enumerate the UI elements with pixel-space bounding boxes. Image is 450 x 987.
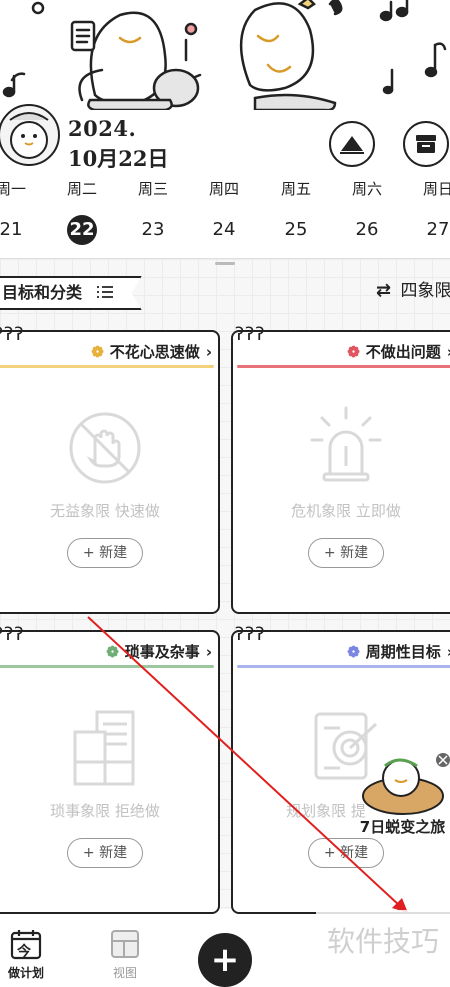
nav-view-label: 视图 xyxy=(105,964,145,981)
watermark-text: 软件技巧 xyxy=(316,910,450,974)
nav-plan-label: 做计划 xyxy=(6,964,46,981)
layout-icon xyxy=(109,928,141,960)
nav-plan[interactable]: 今 做计划 xyxy=(6,928,46,981)
add-button[interactable]: + xyxy=(198,933,252,987)
calendar-today-glyph: 今 xyxy=(17,941,31,961)
annotation-arrow xyxy=(0,0,450,974)
nav-view[interactable]: 视图 xyxy=(105,928,145,981)
